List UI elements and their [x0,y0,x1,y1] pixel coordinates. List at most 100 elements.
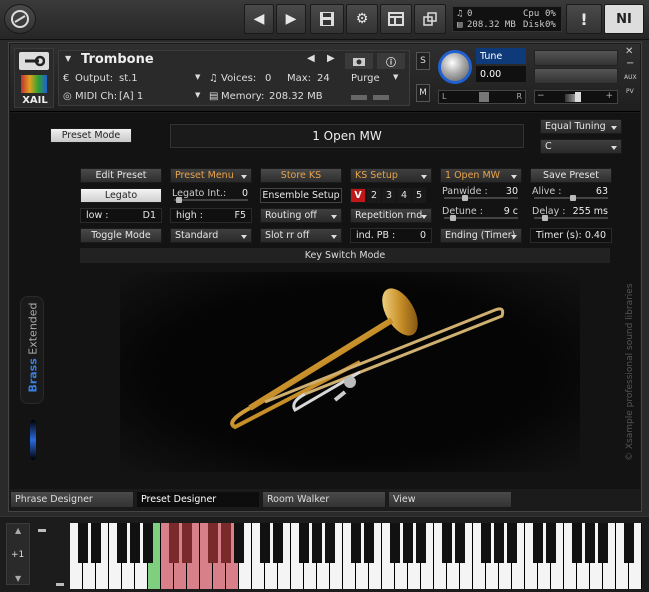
detune-knob[interactable] [450,215,456,221]
minimize-icon[interactable]: − [626,58,634,69]
purge-dropdown-icon[interactable]: ▼ [393,73,398,81]
ks-slot-v[interactable]: V [350,188,366,203]
black-key[interactable] [312,523,322,563]
timer-field[interactable]: Timer (s): 0.40 [530,228,612,243]
octave-up-icon[interactable]: ▲ [15,526,21,535]
toggle-mode-button[interactable]: Toggle Mode [80,228,162,243]
octave-shift[interactable]: ▲ +1 ▼ [6,523,30,585]
wrench-icon[interactable] [19,52,49,70]
black-key[interactable] [585,523,595,563]
store-ks-button[interactable]: Store KS [260,168,342,183]
alive-slider[interactable]: Alive : 63 [530,186,612,201]
tab-phrase-designer[interactable]: Phrase Designer [10,491,134,508]
pv-button[interactable]: PV [626,88,634,95]
articulation-dropdown[interactable]: 1 Open MW [440,168,522,183]
black-key[interactable] [208,523,218,563]
resize-icon[interactable] [414,4,446,34]
tab-view[interactable]: View [388,491,512,508]
volume-handle[interactable] [575,92,581,102]
tab-room-walker[interactable]: Room Walker [262,491,386,508]
warning-button[interactable]: ! [566,4,602,34]
mute-button[interactable]: M [416,84,430,102]
black-key[interactable] [481,523,491,563]
midi-value[interactable]: [A] 1 [119,91,143,102]
preset-mode-button[interactable]: Preset Mode [50,128,132,143]
black-key[interactable] [442,523,452,563]
delay-slider[interactable]: Delay : 255 ms [530,206,612,221]
collapse-icon[interactable]: ▼ [65,54,71,63]
instrument-name[interactable]: Trombone [81,52,154,67]
legato-int-knob[interactable] [176,197,182,203]
octave-down-icon[interactable]: ▼ [15,574,21,583]
solo-button[interactable]: S [416,52,430,70]
kontakt-logo-icon[interactable] [4,4,36,34]
prev-snapshot-icon[interactable]: ◀ [307,53,315,64]
ensemble-setup-button[interactable]: Ensemble Setup [260,188,342,203]
high-range-field[interactable]: high : F5 [170,208,252,223]
preset-menu-dropdown[interactable]: Preset Menu [170,168,252,183]
routing-dropdown[interactable]: Routing off [260,208,342,223]
piano-keys[interactable] [70,523,642,589]
black-key[interactable] [169,523,179,563]
info-icon[interactable]: ⓘ [377,53,405,69]
tune-value[interactable]: 0.00 [476,66,526,82]
ks-slot-4[interactable]: 4 [397,188,411,203]
ending-dropdown[interactable]: Ending (Timer) [440,228,522,243]
delay-knob[interactable] [542,215,548,221]
instrument-logo-block[interactable]: XAIL [14,48,54,108]
black-key[interactable] [130,523,140,563]
prev-instrument-icon[interactable]: ◀ [244,4,274,34]
black-key[interactable] [260,523,270,563]
alive-knob[interactable] [570,195,576,201]
max-voices-value[interactable]: 24 [317,73,330,84]
layout-icon[interactable] [380,4,412,34]
tuning-dropdown[interactable]: Equal Tuning [540,119,622,134]
black-key[interactable] [351,523,361,563]
black-key[interactable] [572,523,582,563]
panwide-knob[interactable] [462,195,468,201]
camera-icon[interactable] [345,53,373,69]
black-key[interactable] [455,523,465,563]
black-key[interactable] [91,523,101,563]
save-icon[interactable] [310,4,344,34]
black-key[interactable] [325,523,335,563]
black-key[interactable] [507,523,517,563]
black-key[interactable] [117,523,127,563]
black-key[interactable] [364,523,374,563]
next-snapshot-icon[interactable]: ▶ [327,53,335,64]
low-range-field[interactable]: low : D1 [80,208,162,223]
slot-rr-dropdown[interactable]: Slot rr off [260,228,342,243]
ks-setup-dropdown[interactable]: KS Setup [350,168,432,183]
ks-slot-3[interactable]: 3 [382,188,396,203]
key-dropdown[interactable]: C [540,139,622,154]
black-key[interactable] [598,523,608,563]
volume-minus-icon[interactable]: − [537,91,545,101]
standard-dropdown[interactable]: Standard [170,228,252,243]
close-icon[interactable]: ✕ [625,46,633,57]
black-key[interactable] [78,523,88,563]
black-key[interactable] [221,523,231,563]
black-key[interactable] [143,523,153,563]
tune-knob[interactable] [438,50,472,84]
black-key[interactable] [533,523,543,563]
repetition-dropdown[interactable]: Repetition rnd [350,208,432,223]
black-key[interactable] [234,523,244,563]
legato-intensity-slider[interactable]: Legato Int.: 0 [170,188,252,203]
pan-handle[interactable] [479,92,489,102]
gear-icon[interactable]: ⚙ [346,4,378,34]
ni-logo[interactable]: NI [604,4,644,34]
midi-dropdown-icon[interactable]: ▼ [195,91,200,99]
black-key[interactable] [403,523,413,563]
black-key[interactable] [494,523,504,563]
output-dropdown-icon[interactable]: ▼ [195,73,200,81]
black-key[interactable] [546,523,556,563]
purge-button[interactable]: Purge [351,73,380,84]
edit-preset-button[interactable]: Edit Preset [80,168,162,183]
next-instrument-icon[interactable]: ▶ [276,4,306,34]
aux-button[interactable]: AUX [624,74,637,81]
black-key[interactable] [299,523,309,563]
legato-button[interactable]: Legato [80,188,162,203]
output-value[interactable]: st.1 [119,73,138,84]
detune-slider[interactable]: Detune : 9 c [440,206,522,221]
tab-preset-designer[interactable]: Preset Designer [136,491,260,508]
